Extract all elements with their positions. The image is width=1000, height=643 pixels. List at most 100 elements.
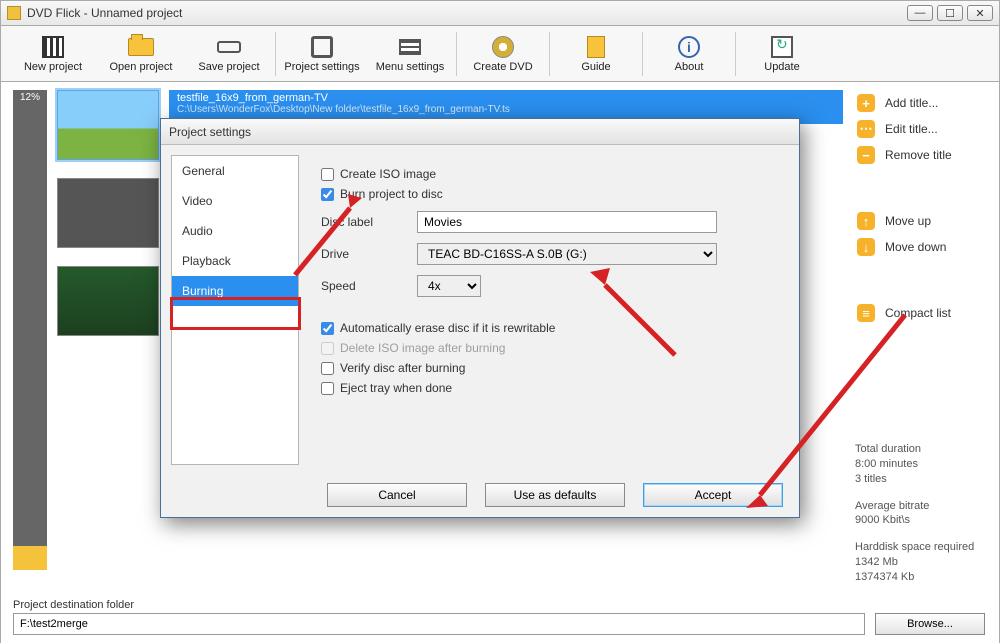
eject-label: Eject tray when done (340, 381, 452, 395)
stat-bitrate-value: 9000 Kbit\s (855, 513, 985, 528)
gear-icon (311, 36, 333, 58)
burn-disc-checkbox[interactable] (321, 188, 334, 201)
guide-label: Guide (581, 61, 610, 73)
burn-disc-label: Burn project to disc (340, 187, 443, 201)
move-down-button[interactable]: ↓Move down (857, 234, 985, 260)
timeline-percent: 12% (13, 90, 47, 103)
open-project-button[interactable]: Open project (97, 26, 185, 82)
tab-audio[interactable]: Audio (172, 216, 298, 246)
drive-select[interactable]: TEAC BD-C16SS-A S.0B (G:) (417, 243, 717, 265)
verify-label: Verify disc after burning (340, 361, 465, 375)
disc-label-input[interactable] (417, 211, 717, 233)
tab-burning[interactable]: Burning (172, 276, 298, 306)
destination-section: Project destination folder Browse... (13, 599, 985, 635)
create-iso-label: Create ISO image (340, 167, 436, 181)
title-thumbnail[interactable] (57, 266, 159, 336)
save-project-label: Save project (198, 61, 259, 73)
stat-titles: 3 titles (855, 472, 985, 487)
browse-button[interactable]: Browse... (875, 613, 985, 635)
move-up-button[interactable]: ↑ Move up (857, 208, 985, 234)
eject-checkbox[interactable] (321, 382, 334, 395)
create-iso-checkbox[interactable] (321, 168, 334, 181)
destination-input[interactable] (13, 613, 865, 635)
about-label: About (675, 61, 704, 73)
update-button[interactable]: Update (738, 26, 826, 82)
destination-label: Project destination folder (13, 599, 985, 611)
dialog-content: Create ISO image Burn project to disc Di… (307, 155, 789, 465)
auto-erase-label: Automatically erase disc if it is rewrit… (340, 321, 555, 335)
dialog-title: Project settings (169, 125, 251, 139)
book-icon (587, 36, 605, 58)
stat-duration-value: 8:00 minutes (855, 457, 985, 472)
remove-title-label: Remove title (885, 148, 952, 162)
arrow-down-icon: ↓ (857, 238, 875, 256)
info-icon: i (678, 36, 700, 58)
film-icon (42, 36, 64, 58)
verify-checkbox[interactable] (321, 362, 334, 375)
add-title-button[interactable]: + Add title... (857, 90, 985, 116)
update-icon (771, 36, 793, 58)
disk-icon (217, 41, 241, 53)
guide-button[interactable]: Guide (552, 26, 640, 82)
selected-title-name: testfile_16x9_from_german-TV (177, 92, 835, 104)
project-stats: Total duration 8:00 minutes 3 titles Ave… (855, 430, 985, 585)
stat-duration-header: Total duration (855, 442, 985, 457)
title-thumbnail[interactable] (57, 90, 159, 160)
project-settings-button[interactable]: Project settings (278, 26, 366, 82)
project-settings-label: Project settings (284, 61, 359, 73)
dialog-titlebar: Project settings (161, 119, 799, 145)
tab-video[interactable]: Video (172, 186, 298, 216)
timeline-column: 12% (13, 90, 47, 570)
speed-label: Speed (321, 279, 417, 293)
plus-icon: + (857, 94, 875, 112)
cancel-button[interactable]: Cancel (327, 483, 467, 507)
move-up-label: Move up (885, 214, 931, 228)
arrow-up-icon: ↑ (857, 212, 875, 230)
tab-general[interactable]: General (172, 156, 298, 186)
stat-bitrate-header: Average bitrate (855, 499, 985, 514)
title-thumbnails (57, 90, 167, 354)
title-thumbnail[interactable] (57, 178, 159, 248)
app-icon (7, 6, 21, 20)
drive-label: Drive (321, 247, 417, 261)
main-toolbar: New project Open project Save project Pr… (0, 26, 1000, 82)
disc-label-label: Disc label (321, 215, 417, 229)
window-titlebar: DVD Flick - Unnamed project — ☐ ✕ (0, 0, 1000, 26)
new-project-button[interactable]: New project (9, 26, 97, 82)
stat-hdspace-value2: 1374374 Kb (855, 570, 985, 585)
compact-list-button[interactable]: ≡ Compact list (857, 300, 985, 326)
right-panel: + Add title... ⋯Edit title... −Remove tit… (857, 90, 985, 326)
timeline-progress (13, 546, 47, 570)
stat-hdspace-header: Harddisk space required (855, 540, 985, 555)
stat-hdspace-value1: 1342 Mb (855, 555, 985, 570)
create-dvd-button[interactable]: Create DVD (459, 26, 547, 82)
menu-settings-button[interactable]: Menu settings (366, 26, 454, 82)
delete-iso-checkbox (321, 342, 334, 355)
edit-icon: ⋯ (857, 120, 875, 138)
delete-iso-label: Delete ISO image after burning (340, 341, 505, 355)
accept-button[interactable]: Accept (643, 483, 783, 507)
dvd-icon (492, 36, 514, 58)
about-button[interactable]: i About (645, 26, 733, 82)
create-dvd-label: Create DVD (473, 61, 532, 73)
new-project-label: New project (24, 61, 82, 73)
minimize-button[interactable]: — (907, 5, 933, 21)
use-defaults-button[interactable]: Use as defaults (485, 483, 625, 507)
save-project-button[interactable]: Save project (185, 26, 273, 82)
auto-erase-checkbox[interactable] (321, 322, 334, 335)
edit-title-button[interactable]: ⋯Edit title... (857, 116, 985, 142)
compact-list-label: Compact list (885, 306, 951, 320)
selected-title-path: C:\Users\WonderFox\Desktop\New folder\te… (177, 104, 835, 115)
speed-select[interactable]: 4x (417, 275, 481, 297)
maximize-button[interactable]: ☐ (937, 5, 963, 21)
menu-settings-label: Menu settings (376, 61, 444, 73)
list-icon: ≡ (857, 304, 875, 322)
dialog-tabs: General Video Audio Playback Burning (171, 155, 299, 465)
menu-icon (399, 39, 421, 55)
tab-playback[interactable]: Playback (172, 246, 298, 276)
window-title: DVD Flick - Unnamed project (27, 6, 182, 20)
close-button[interactable]: ✕ (967, 5, 993, 21)
remove-title-button[interactable]: −Remove title (857, 142, 985, 168)
add-title-label: Add title... (885, 96, 938, 110)
update-label: Update (764, 61, 799, 73)
